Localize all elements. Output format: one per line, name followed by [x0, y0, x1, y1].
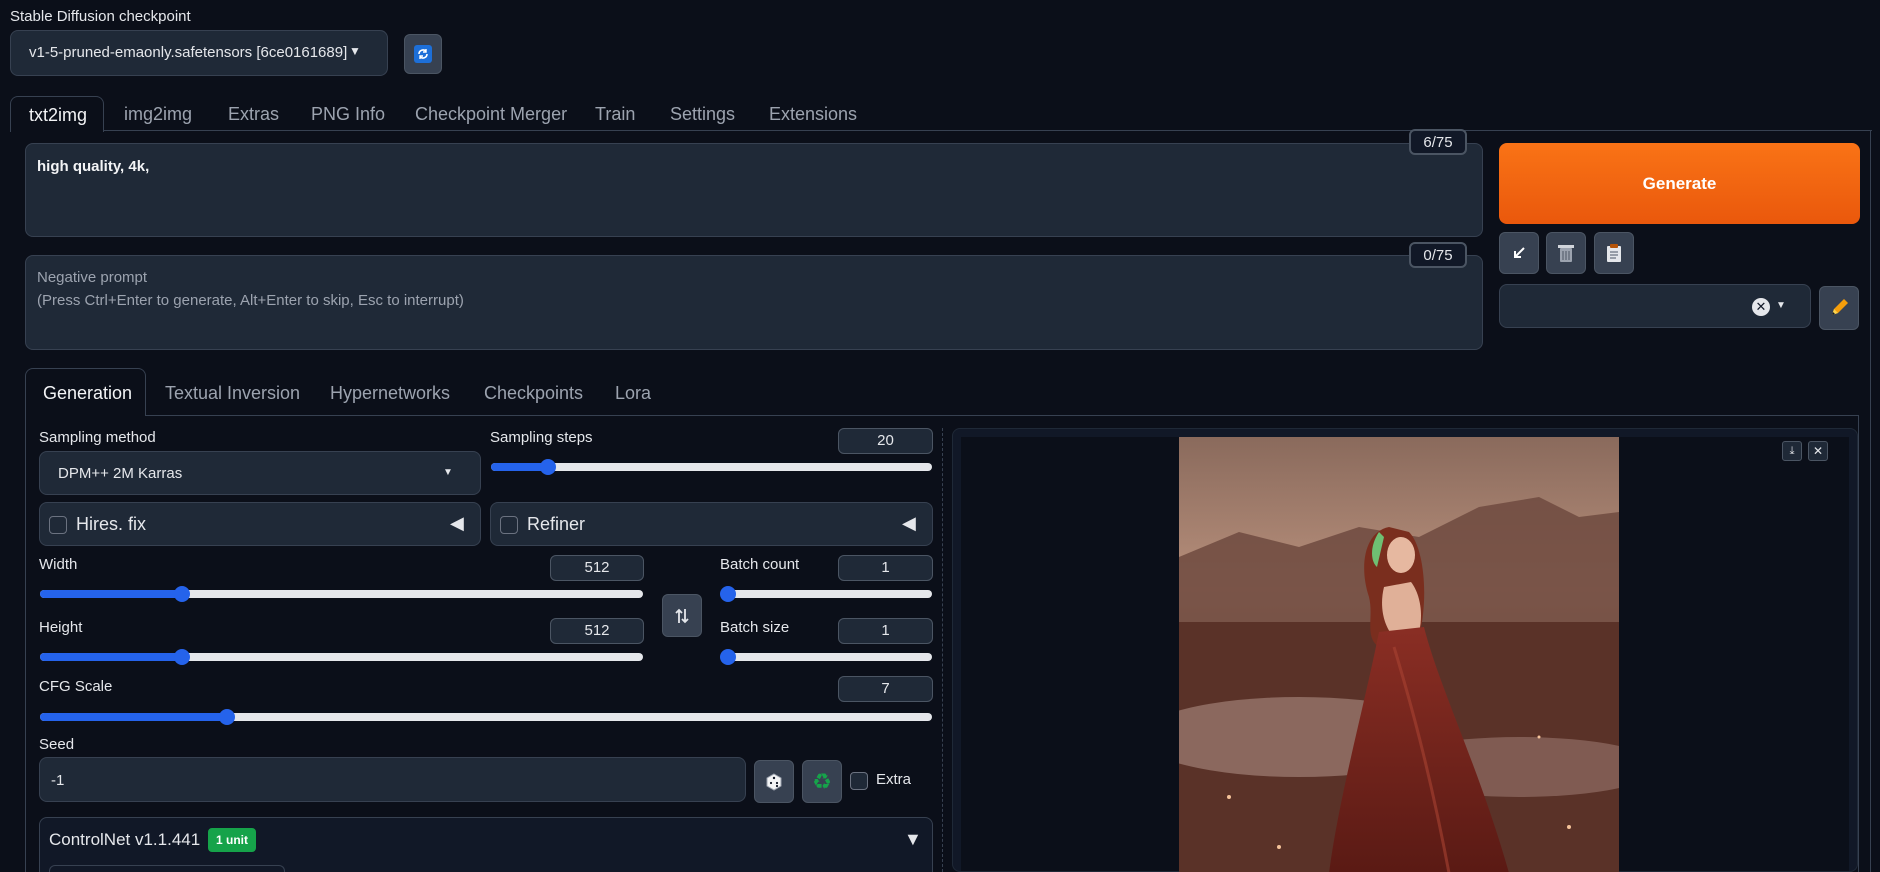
- tab-checkpoint-merger[interactable]: Checkpoint Merger: [415, 104, 567, 125]
- prompt-textarea[interactable]: high quality, 4k,: [25, 143, 1483, 237]
- height-slider[interactable]: [40, 649, 643, 665]
- subtab-divider: [146, 415, 1859, 416]
- sampling-method-label: Sampling method: [39, 429, 156, 446]
- checkpoint-dropdown[interactable]: v1-5-pruned-emaonly.safetensors [6ce0161…: [10, 30, 388, 76]
- controlnet-title: ControlNet v1.1.441: [49, 830, 201, 849]
- refresh-checkpoint-button[interactable]: [404, 34, 442, 74]
- dice-icon: [766, 772, 782, 791]
- sampling-method-value: DPM++ 2M Karras: [58, 465, 183, 482]
- generated-image[interactable]: [1179, 437, 1619, 872]
- collapse-triangle-icon[interactable]: ▼: [904, 829, 922, 850]
- sampling-method-dropdown[interactable]: DPM++ 2M Karras ▼: [39, 451, 481, 495]
- tab-settings[interactable]: Settings: [670, 104, 735, 125]
- controlnet-unit-tab[interactable]: [49, 865, 285, 872]
- tab-img2img[interactable]: img2img: [124, 104, 192, 125]
- seed-label: Seed: [39, 736, 75, 753]
- cfg-scale-label: CFG Scale: [39, 678, 113, 695]
- pencil-icon: [1832, 299, 1848, 315]
- batch-size-label: Batch size: [720, 619, 790, 636]
- width-slider[interactable]: [40, 586, 643, 602]
- paste-styles-button[interactable]: [1594, 232, 1634, 274]
- cfg-scale-input[interactable]: 7: [838, 676, 933, 702]
- collapse-triangle-icon[interactable]: ◀: [902, 513, 916, 534]
- hires-fix-checkbox[interactable]: [49, 516, 67, 534]
- reuse-seed-button[interactable]: ♻: [802, 760, 842, 803]
- chevron-down-icon: ▼: [349, 44, 361, 58]
- recycle-icon: ♻: [812, 768, 832, 794]
- batch-count-slider[interactable]: [720, 586, 932, 602]
- clear-icon[interactable]: ✕: [1752, 298, 1770, 316]
- hires-fix-accordion[interactable]: Hires. fix ◀: [39, 502, 481, 546]
- sampling-steps-slider[interactable]: [491, 459, 932, 475]
- cfg-scale-slider[interactable]: [40, 709, 932, 725]
- trash-icon: [1558, 245, 1574, 262]
- negative-prompt-placeholder: Negative prompt: [37, 269, 148, 286]
- collapse-triangle-icon[interactable]: ◀: [450, 513, 464, 534]
- download-icon[interactable]: ⤓: [1782, 441, 1802, 461]
- batch-count-input[interactable]: 1: [838, 555, 933, 581]
- close-icon[interactable]: ✕: [1808, 441, 1828, 461]
- arrow-icon: [1514, 247, 1525, 258]
- prompt-text: high quality, 4k,: [37, 158, 150, 175]
- clear-prompt-button[interactable]: [1546, 232, 1586, 274]
- refiner-accordion[interactable]: Refiner ◀: [490, 502, 933, 546]
- generated-image-art: [1179, 437, 1619, 872]
- tab-panel-border: [1870, 130, 1871, 872]
- controlnet-accordion[interactable]: ControlNet v1.1.441 1 unit ▼: [39, 817, 933, 872]
- sampling-steps-input[interactable]: 20: [838, 428, 933, 454]
- clipboard-icon: [1607, 244, 1621, 262]
- height-label: Height: [39, 619, 83, 636]
- prompt-token-counter: 6/75: [1409, 129, 1467, 155]
- subtab-panel-left: [25, 415, 26, 872]
- tab-hypernetworks[interactable]: Hypernetworks: [330, 383, 450, 404]
- random-seed-button[interactable]: [754, 760, 794, 803]
- generate-button[interactable]: Generate: [1499, 143, 1860, 224]
- batch-size-slider[interactable]: [720, 649, 932, 665]
- batch-count-label: Batch count: [720, 556, 800, 573]
- tab-png-info[interactable]: PNG Info: [311, 104, 385, 125]
- swap-dimensions-button[interactable]: [662, 594, 702, 637]
- tab-checkpoints[interactable]: Checkpoints: [484, 383, 583, 404]
- edit-styles-button[interactable]: [1819, 286, 1859, 330]
- styles-dropdown[interactable]: ✕ ▼: [1499, 284, 1811, 328]
- chevron-down-icon: ▼: [1776, 300, 1786, 311]
- controlnet-unit-badge: 1 unit: [208, 828, 256, 852]
- tab-extras[interactable]: Extras: [228, 104, 279, 125]
- tab-txt2img[interactable]: txt2img: [10, 96, 104, 132]
- column-divider: [942, 428, 943, 872]
- seed-input[interactable]: -1: [39, 757, 746, 802]
- refiner-checkbox[interactable]: [500, 516, 518, 534]
- chevron-down-icon: ▼: [443, 467, 453, 478]
- tab-generation[interactable]: Generation: [25, 368, 146, 416]
- seed-value: -1: [51, 772, 65, 789]
- tab-textual-inversion[interactable]: Textual Inversion: [165, 383, 300, 404]
- refresh-icon: [414, 45, 432, 63]
- tab-train[interactable]: Train: [595, 104, 635, 125]
- tab-divider: [104, 130, 1872, 131]
- negative-prompt-hint: (Press Ctrl+Enter to generate, Alt+Enter…: [37, 292, 464, 309]
- height-input[interactable]: 512: [550, 618, 644, 644]
- subtab-panel-right: [1858, 415, 1859, 872]
- negative-token-counter: 0/75: [1409, 242, 1467, 268]
- hires-fix-label: Hires. fix: [76, 514, 147, 534]
- negative-prompt-textarea[interactable]: Negative prompt (Press Ctrl+Enter to gen…: [25, 255, 1483, 350]
- tab-lora[interactable]: Lora: [615, 383, 651, 404]
- read-params-button[interactable]: [1499, 232, 1539, 274]
- output-gallery: ⤓ ✕: [952, 428, 1858, 872]
- width-input[interactable]: 512: [550, 555, 644, 581]
- tab-extensions[interactable]: Extensions: [769, 104, 857, 125]
- batch-size-input[interactable]: 1: [838, 618, 933, 644]
- width-label: Width: [39, 556, 78, 573]
- swap-icon: [675, 608, 689, 623]
- extra-seed-checkbox[interactable]: [850, 772, 868, 790]
- extra-seed-label: Extra: [876, 771, 912, 788]
- sampling-steps-label: Sampling steps: [490, 429, 593, 446]
- checkpoint-value: v1-5-pruned-emaonly.safetensors [6ce0161…: [29, 44, 348, 61]
- refiner-label: Refiner: [527, 514, 586, 534]
- checkpoint-label: Stable Diffusion checkpoint: [10, 8, 191, 25]
